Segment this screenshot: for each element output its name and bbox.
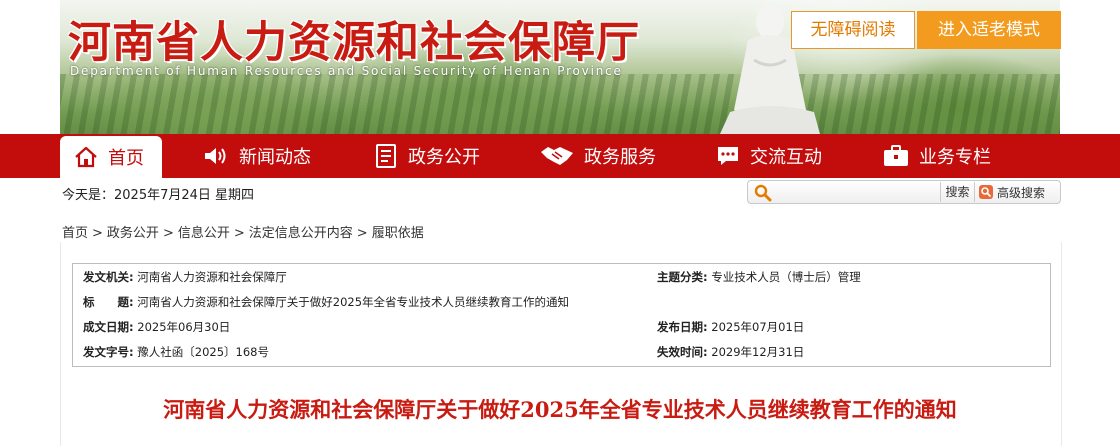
nav-item-gov-services[interactable]: 政务服务	[540, 134, 656, 178]
meta-created-label: 成文日期:	[83, 320, 134, 334]
search-bar: 搜索 高级搜索	[747, 180, 1061, 204]
nav-item-label: 新闻动态	[239, 147, 311, 168]
meta-title-value: 河南省人力资源和社会保障厅关于做好2025年全省专业技术人员继续教育工作的通知	[137, 295, 570, 309]
advanced-search-label: 高级搜索	[997, 185, 1046, 200]
meta-doc-number-label: 发文字号:	[83, 345, 134, 359]
accessibility-reading-button[interactable]: 无障碍阅读	[791, 11, 915, 49]
meta-title: 标 题: 河南省人力资源和社会保障厅关于做好2025年全省专业技术人员继续教育工…	[83, 294, 569, 310]
meta-published-label: 发布日期:	[657, 320, 708, 334]
breadcrumb: 首页 > 政务公开 > 信息公开 > 法定信息公开内容 > 履职依据	[62, 222, 424, 241]
site-title: 河南省人力资源和社会保障厅	[68, 18, 640, 68]
meta-published-value: 2025年07月01日	[711, 320, 805, 334]
speaker-icon	[205, 148, 226, 164]
breadcrumb-separator: >	[162, 226, 174, 241]
breadcrumb-home[interactable]: 首页	[62, 226, 88, 241]
meta-doc-number-value: 豫人社函〔2025〕168号	[137, 345, 269, 359]
nav-item-label: 首页	[108, 148, 144, 169]
meta-expiry-label: 失效时间:	[657, 345, 708, 359]
chat-icon	[718, 147, 738, 165]
meta-doc-number: 发文字号: 豫人社函〔2025〕168号	[83, 344, 269, 360]
home-icon	[75, 146, 97, 168]
search-input[interactable]	[776, 183, 940, 203]
breadcrumb-info-disclosure[interactable]: 信息公开	[178, 226, 230, 241]
meta-issuer-value: 河南省人力资源和社会保障厅	[137, 270, 287, 284]
breadcrumb-separator: >	[92, 226, 103, 241]
breadcrumb-duty-basis[interactable]: 履职依据	[372, 226, 424, 241]
meta-expiry: 失效时间: 2029年12月31日	[657, 344, 804, 360]
nav-item-home[interactable]: 首页	[60, 136, 162, 178]
meta-issuer: 发文机关: 河南省人力资源和社会保障厅	[83, 269, 287, 285]
main-nav: 首页 新闻动态 政务公开 政务服务 交流互动 业务专栏	[0, 134, 1120, 178]
document-icon	[376, 144, 396, 168]
meta-title-label: 标 题:	[83, 295, 134, 309]
elder-mode-button[interactable]: 进入适老模式	[917, 11, 1061, 49]
breadcrumb-separator: >	[233, 226, 245, 241]
current-date: 今天是：2025年7月24日 星期四	[62, 188, 255, 203]
document-metadata: 发文机关: 河南省人力资源和社会保障厅 主题分类: 专业技术人员（博士后）管理 …	[72, 263, 1051, 367]
breadcrumb-gov-affairs[interactable]: 政务公开	[107, 226, 159, 241]
banner-forest	[60, 74, 1060, 134]
meta-created-date: 成文日期: 2025年06月30日	[83, 319, 230, 335]
advanced-search-icon	[979, 185, 993, 199]
nav-item-label: 业务专栏	[919, 147, 991, 168]
site-subtitle: Department of Human Resources and Social…	[70, 64, 623, 78]
advanced-search-button[interactable]: 高级搜索	[978, 182, 1045, 202]
nav-item-label: 政务公开	[408, 147, 480, 168]
document-title: 河南省人力资源和社会保障厅关于做好2025年全省专业技术人员继续教育工作的通知	[163, 397, 957, 422]
meta-expiry-value: 2029年12月31日	[711, 345, 805, 359]
search-button[interactable]: 搜索	[940, 182, 975, 202]
briefcase-icon	[884, 145, 908, 166]
meta-issuer-label: 发文机关:	[83, 270, 134, 284]
nav-item-label: 政务服务	[584, 147, 656, 168]
nav-item-gov-affairs[interactable]: 政务公开	[374, 134, 480, 178]
meta-created-value: 2025年06月30日	[137, 320, 231, 334]
meta-published-date: 发布日期: 2025年07月01日	[657, 319, 804, 335]
meta-topic-value: 专业技术人员（博士后）管理	[711, 270, 861, 284]
nav-item-news[interactable]: 新闻动态	[203, 134, 311, 178]
nav-item-label: 交流互动	[750, 147, 822, 168]
search-icon	[754, 184, 772, 202]
breadcrumb-legal-info[interactable]: 法定信息公开内容	[249, 226, 353, 241]
handshake-icon	[541, 147, 573, 165]
nav-item-business[interactable]: 业务专栏	[883, 134, 991, 178]
nav-item-interaction[interactable]: 交流互动	[716, 134, 822, 178]
meta-topic: 主题分类: 专业技术人员（博士后）管理	[657, 269, 861, 285]
breadcrumb-separator: >	[356, 226, 368, 241]
meta-topic-label: 主题分类:	[657, 270, 708, 284]
